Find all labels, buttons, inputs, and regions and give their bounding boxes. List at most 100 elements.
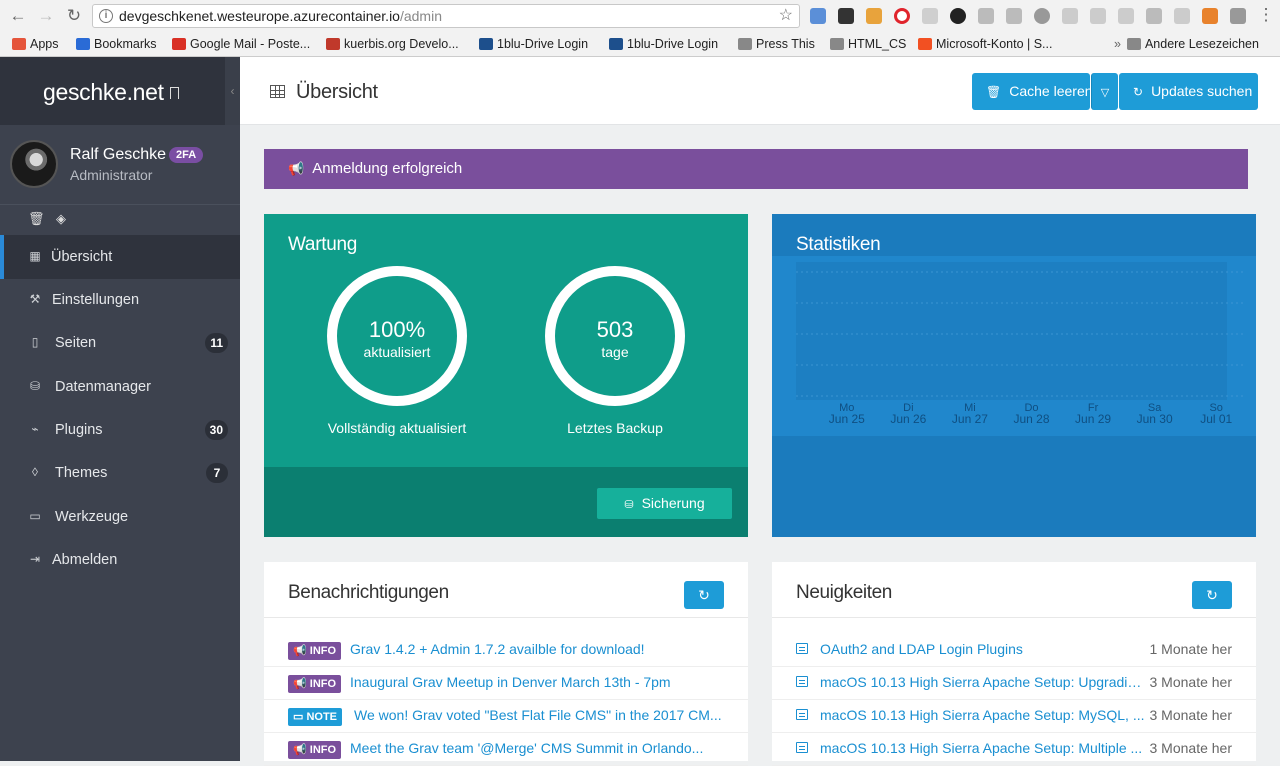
bookmark-html-cs[interactable]: HTML_CS (830, 36, 906, 52)
menu-icon[interactable]: ⋮ (1256, 5, 1276, 25)
sidebar-item-label: Seiten (55, 335, 97, 351)
metamask-icon[interactable] (1202, 8, 1218, 24)
extension-icon[interactable] (950, 8, 966, 24)
extension-icon[interactable] (810, 8, 826, 24)
x-tick-date: Jun 29 (1075, 412, 1111, 426)
count-badge: 7 (206, 463, 228, 483)
wrench-icon: ⚒ (29, 292, 41, 306)
drive-icon[interactable] (978, 8, 994, 24)
extension-icon[interactable] (922, 8, 938, 24)
news-link[interactable]: macOS 10.13 High Sierra Apache Setup: Mu… (820, 740, 1146, 756)
refresh-icon: ↻ (698, 587, 710, 603)
info-icon[interactable]: i (99, 9, 113, 23)
sidebar-item-plugins[interactable]: ⌁ Plugins 30 (0, 408, 240, 452)
extension-icon[interactable] (866, 8, 882, 24)
news-link[interactable]: macOS 10.13 High Sierra Apache Setup: My… (820, 707, 1146, 723)
sidebar-item-label: Übersicht (51, 249, 113, 265)
sidebar-item-uebersicht[interactable]: ▦ Übersicht (0, 235, 240, 279)
cache-dropdown-toggle[interactable]: ▽ (1091, 73, 1118, 110)
divider (264, 617, 748, 618)
database-icon: ⛁ (624, 499, 634, 511)
bookmark-apps[interactable]: Apps (12, 36, 59, 52)
bookmark-bookmarks[interactable]: Bookmarks (76, 36, 157, 52)
chevron-down-icon: ▽ (1100, 87, 1110, 99)
kuerbis-icon (326, 38, 340, 50)
updates-label: Vollständig aktualisiert (327, 420, 467, 436)
two-factor-badge: 2FA (169, 147, 204, 163)
extension-icon[interactable] (1174, 8, 1190, 24)
sidebar-item-abmelden[interactable]: ⇥ Abmelden (0, 538, 240, 582)
news-age: 3 Monate her (1149, 674, 1233, 690)
x-tick-date: Jun 27 (952, 412, 988, 426)
file-icon: ▯ (31, 335, 39, 349)
notification-link[interactable]: Inaugural Grav Meetup in Denver March 13… (350, 674, 730, 690)
updates-unit: aktualisiert (363, 344, 431, 360)
backup-label: Letztes Backup (567, 420, 663, 436)
sidebar-header: geschke.net ‹ (0, 57, 240, 125)
back-icon[interactable]: ← (8, 6, 28, 26)
list-item: macOS 10.13 High Sierra Apache Setup: My… (772, 700, 1256, 733)
grid-icon (270, 85, 285, 98)
bookmark-1blu-2[interactable]: 1blu-Drive Login (609, 36, 718, 52)
sidebar-item-werkzeuge[interactable]: ▭ Werkzeuge (0, 495, 240, 539)
avatar[interactable] (10, 140, 58, 188)
cache-clear-button[interactable]: 🗑 Cache leeren (972, 73, 1093, 110)
bookmark-microsoft[interactable]: Microsoft-Konto | S... (918, 36, 1052, 52)
news-title: Neuigkeiten (796, 582, 892, 603)
extension-icon[interactable] (1230, 8, 1246, 24)
pocket-icon[interactable] (838, 8, 854, 24)
notifications-refresh-button[interactable]: ↻ (684, 581, 724, 609)
sidebar-collapse-toggle[interactable]: ‹ (225, 57, 240, 125)
extension-icon[interactable] (1006, 8, 1022, 24)
reload-icon[interactable]: ↻ (64, 6, 84, 26)
extension-icon[interactable] (1062, 8, 1078, 24)
angular-icon[interactable] (1146, 8, 1162, 24)
1blu-icon (609, 38, 623, 50)
bookmark-kuerbis[interactable]: kuerbis.org Develo... (326, 36, 459, 52)
chevron-right-icon: » (1114, 37, 1121, 51)
sidebar-item-seiten[interactable]: ▯ Seiten 11 (0, 321, 240, 365)
extension-icon[interactable] (1118, 8, 1134, 24)
updates-gauge: 100% aktualisiert (327, 266, 467, 406)
logout-icon: ⇥ (29, 552, 41, 566)
forward-icon[interactable]: → (36, 6, 56, 26)
address-bar[interactable]: i devgeschkenet.westeurope.azurecontaine… (92, 4, 800, 28)
check-updates-button[interactable]: ↻ Updates suchen (1119, 73, 1258, 110)
bookmark-press-this[interactable]: Press This (738, 36, 815, 52)
sidebar-item-einstellungen[interactable]: ⚒ Einstellungen (0, 278, 240, 322)
bookmark-gmail[interactable]: Google Mail - Poste... (172, 36, 310, 52)
news-link[interactable]: macOS 10.13 High Sierra Apache Setup: Up… (820, 674, 1146, 690)
news-link[interactable]: OAuth2 and LDAP Login Plugins (820, 641, 1146, 657)
notification-link[interactable]: We won! Grav voted "Best Flat File CMS" … (354, 707, 730, 723)
extension-icon[interactable] (1090, 8, 1106, 24)
brand-logo[interactable]: geschke.net (43, 79, 164, 106)
bookmark-1blu-1[interactable]: 1blu-Drive Login (479, 36, 588, 52)
notification-link[interactable]: Grav 1.4.2 + Admin 1.7.2 availble for do… (350, 641, 730, 657)
news-refresh-button[interactable]: ↻ (1192, 581, 1232, 609)
news-age: 3 Monate her (1149, 707, 1233, 723)
sidebar-item-themes[interactable]: ◊ Themes 7 (0, 451, 240, 495)
news-age: 1 Monate her (1149, 641, 1233, 657)
trash-icon[interactable]: 🗑 (28, 211, 45, 227)
grid-icon: ▦ (29, 249, 41, 263)
sidebar-item-datenmanager[interactable]: ⛁ Datenmanager (0, 365, 240, 409)
backup-gauge: 503 tage (545, 266, 685, 406)
gmail-icon (172, 38, 186, 50)
user-name[interactable]: Ralf Geschke (70, 146, 166, 164)
opera-icon[interactable] (894, 8, 910, 24)
backup-button[interactable]: ⛁ Sicherung (597, 488, 732, 519)
count-badge: 30 (204, 420, 228, 440)
news-age: 3 Monate her (1149, 740, 1233, 756)
list-item: macOS 10.13 High Sierra Apache Setup: Up… (772, 667, 1256, 700)
star-icon[interactable]: ☆ (779, 5, 793, 27)
browser-chrome: ← → ↻ i devgeschkenet.westeurope.azureco… (0, 0, 1280, 57)
git-icon[interactable]: ◈ (56, 211, 66, 227)
notifications-card: Benachrichtigungen ↻ 📢 INFO Grav 1.4.2 +… (264, 562, 748, 766)
notification-link[interactable]: Meet the Grav team '@Merge' CMS Summit i… (350, 740, 730, 756)
info-tag: 📢 INFO (288, 741, 342, 759)
bookmark-other[interactable]: » Andere Lesezeichen (1114, 36, 1259, 52)
list-item: 📢 INFO Grav 1.4.2 + Admin 1.7.2 availble… (264, 634, 748, 667)
url-path: /admin (399, 8, 442, 24)
gear-icon[interactable] (1034, 8, 1050, 24)
browser-toolbar: ← → ↻ i devgeschkenet.westeurope.azureco… (0, 0, 1280, 32)
